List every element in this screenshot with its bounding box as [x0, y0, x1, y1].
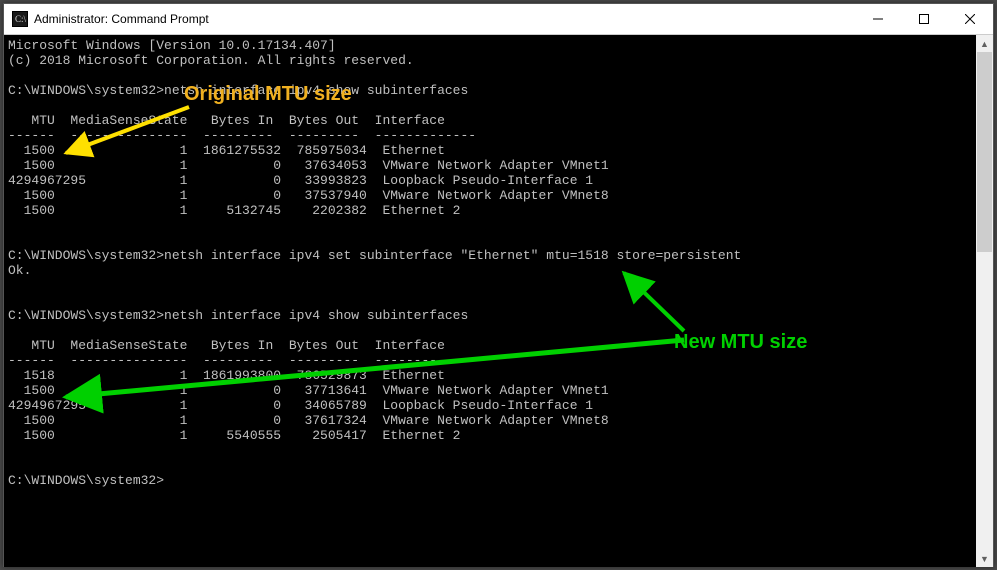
terminal-output[interactable]: Microsoft Windows [Version 10.0.17134.40…: [8, 38, 989, 563]
titlebar[interactable]: C:\ Administrator: Command Prompt: [4, 4, 993, 35]
svg-text:C:\: C:\: [15, 14, 27, 24]
cmd-icon: C:\: [12, 11, 28, 27]
scroll-up-arrow[interactable]: ▲: [976, 35, 993, 52]
scroll-thumb[interactable]: [977, 52, 992, 252]
minimize-button[interactable]: [855, 4, 901, 34]
callout-original-mtu: Original MTU size: [184, 83, 352, 106]
window-title: Administrator: Command Prompt: [34, 12, 855, 26]
vertical-scrollbar[interactable]: ▲ ▼: [976, 35, 993, 567]
window-buttons: [855, 4, 993, 34]
maximize-button[interactable]: [901, 4, 947, 34]
scroll-down-arrow[interactable]: ▼: [976, 550, 993, 567]
client-area: Microsoft Windows [Version 10.0.17134.40…: [4, 35, 993, 567]
callout-new-mtu: New MTU size: [674, 331, 807, 354]
command-prompt-window: C:\ Administrator: Command Prompt Micros…: [3, 3, 994, 567]
close-button[interactable]: [947, 4, 993, 34]
